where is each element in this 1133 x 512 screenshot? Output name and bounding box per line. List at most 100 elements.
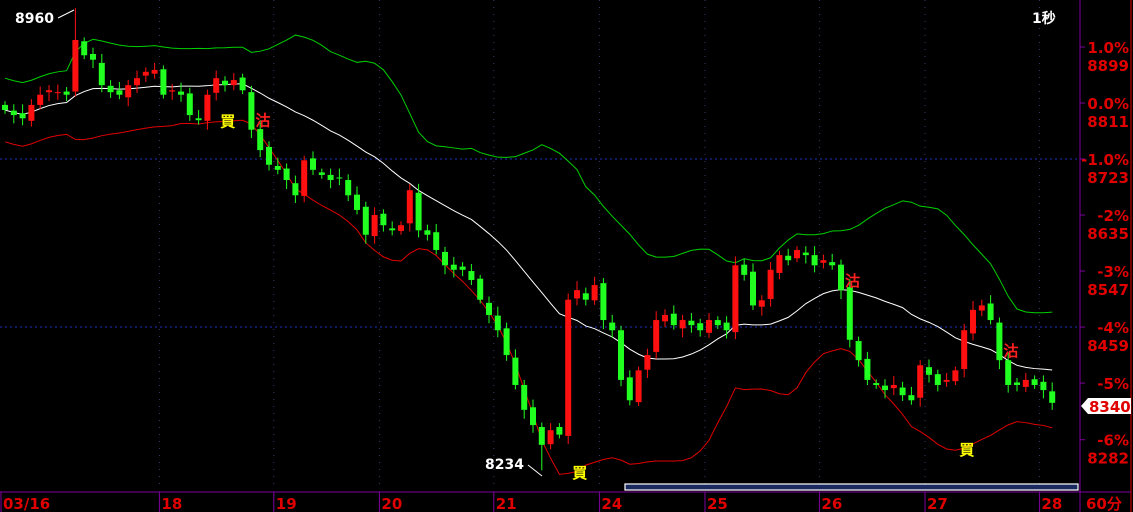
- candle-body: [785, 255, 792, 261]
- candle-body: [19, 113, 26, 119]
- candle: [81, 37, 88, 60]
- candle: [222, 76, 228, 92]
- candle-body: [644, 355, 651, 370]
- candle-body: [468, 271, 475, 280]
- candle-body: [178, 91, 184, 95]
- candle: [107, 80, 114, 98]
- candle: [433, 223, 440, 255]
- y-tick-pct: 1.0%: [1087, 39, 1129, 57]
- candle-body: [987, 303, 994, 321]
- candle: [917, 360, 924, 407]
- candle: [371, 207, 378, 244]
- candle-body: [90, 53, 96, 60]
- period-label[interactable]: 60分: [1086, 495, 1122, 512]
- candle: [54, 84, 61, 100]
- candle-body: [283, 168, 290, 181]
- candle: [644, 348, 651, 378]
- candle-body: [486, 302, 492, 315]
- x-tick-label: 28: [1041, 495, 1062, 512]
- candle-body: [301, 160, 308, 196]
- candle: [794, 246, 800, 263]
- candle-body: [697, 323, 704, 331]
- candle: [389, 221, 396, 236]
- candle: [547, 423, 554, 450]
- candle: [125, 80, 132, 107]
- candle: [398, 221, 404, 235]
- candle: [653, 311, 660, 359]
- candle: [424, 224, 431, 241]
- candle: [741, 258, 748, 281]
- low-label: 8234: [485, 457, 524, 473]
- candle: [380, 209, 387, 232]
- candle: [72, 8, 79, 97]
- candle-body: [635, 370, 642, 403]
- candle: [178, 82, 184, 102]
- candle: [530, 399, 536, 433]
- candle: [565, 293, 572, 445]
- last-price-tag: 8340: [1081, 398, 1131, 416]
- candle: [345, 174, 352, 202]
- candle-body: [1031, 379, 1038, 385]
- candle: [318, 168, 325, 179]
- candle: [978, 299, 985, 317]
- y-tick-pct: -3%: [1097, 263, 1129, 281]
- candle-body: [688, 320, 695, 326]
- candle-body: [794, 250, 800, 259]
- candle: [750, 263, 756, 310]
- scrollbar[interactable]: [624, 483, 1079, 491]
- y-tick-price: 8547: [1087, 281, 1129, 299]
- candle-body: [477, 278, 484, 300]
- candle-body: [239, 77, 246, 91]
- x-tick-label: 19: [276, 495, 297, 512]
- candle-body: [873, 383, 880, 385]
- candle: [1014, 377, 1020, 392]
- buy-signal: 買: [572, 464, 587, 482]
- buy-signal: 買: [959, 441, 974, 459]
- candle-body: [336, 177, 343, 179]
- candle: [1040, 375, 1047, 399]
- candle-body: [741, 264, 748, 275]
- candle-body: [433, 232, 440, 251]
- candle-body: [151, 69, 158, 74]
- candle: [582, 287, 589, 306]
- candle-body: [310, 158, 316, 170]
- candle-body: [530, 407, 536, 426]
- candle: [63, 87, 70, 102]
- y-tick-pct: -5%: [1097, 375, 1129, 393]
- candle-body: [389, 228, 396, 231]
- candle-body: [538, 426, 545, 445]
- candle: [459, 262, 466, 277]
- candle: [151, 62, 158, 79]
- candle: [732, 256, 739, 340]
- candle: [292, 175, 299, 203]
- candle-body: [230, 80, 237, 86]
- interval-label[interactable]: 1秒: [1032, 10, 1056, 27]
- candle: [670, 305, 677, 330]
- candle: [2, 101, 8, 114]
- candle-body: [512, 357, 519, 385]
- candle-body: [600, 283, 607, 321]
- candle-body: [899, 387, 906, 396]
- high-leader: [57, 9, 75, 19]
- candle-body: [609, 322, 616, 331]
- candle: [354, 186, 360, 215]
- candle-body: [160, 69, 167, 95]
- candle-body: [54, 92, 61, 94]
- y-tick-price: 8899: [1087, 57, 1129, 75]
- x-tick-label: 24: [601, 495, 622, 512]
- candle-body: [943, 379, 950, 382]
- x-tick-label: 03/16: [3, 495, 50, 512]
- candle: [503, 322, 510, 361]
- candle-body: [362, 206, 369, 235]
- last-price: 8340: [1089, 398, 1131, 416]
- candle-body: [882, 385, 888, 391]
- candle-body: [890, 384, 897, 389]
- candle: [248, 85, 255, 139]
- candle: [116, 81, 123, 100]
- candle-body: [442, 251, 448, 266]
- candle: [442, 246, 448, 275]
- candle: [908, 386, 915, 405]
- candle-body: [653, 320, 660, 352]
- candle: [706, 313, 712, 338]
- candle: [943, 372, 950, 387]
